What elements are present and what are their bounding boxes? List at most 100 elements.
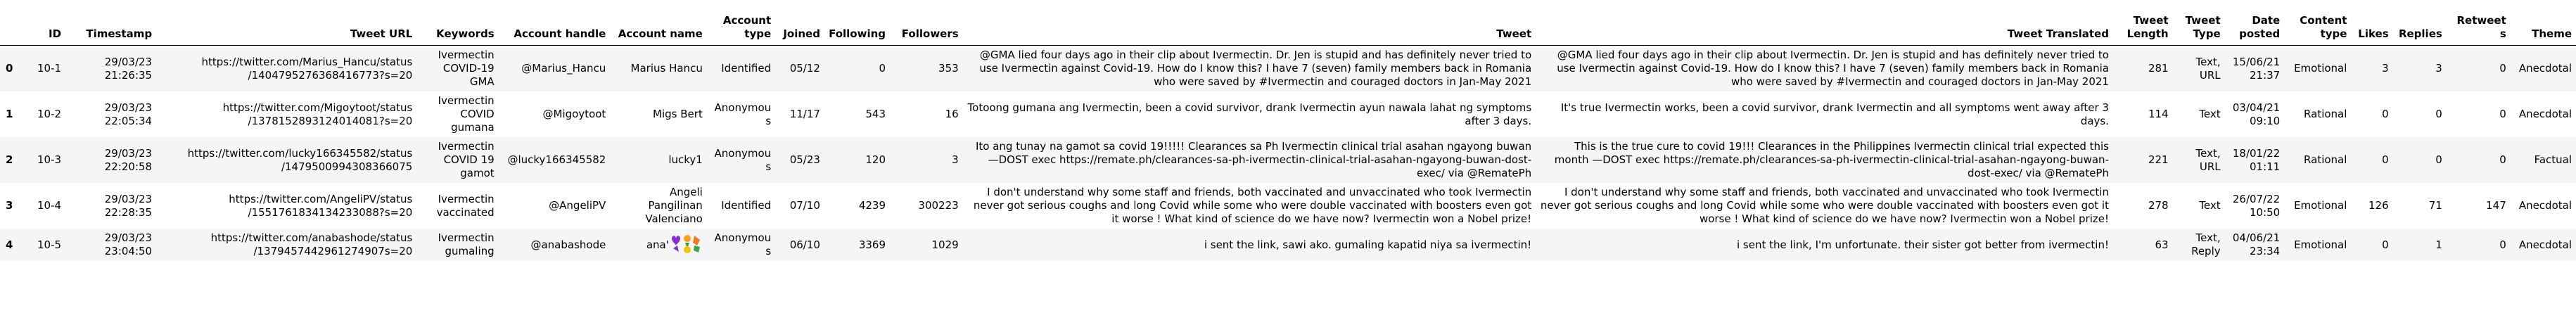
data-table: ID Timestamp Tweet URL Keywords Account hand… [0,11,2576,261]
cell-length: 281 [2148,62,2169,75]
cell-handle: @lucky166345582 [507,153,606,166]
cell-replies: 0 [2435,153,2442,166]
cell-retweets: 0 [2499,62,2506,75]
cell-theme: Anecdotal [2518,62,2572,75]
cell-translated: This is the true cure to covid 19!!! Cle… [1554,140,2109,179]
column-header: Tweet Length [2112,11,2173,46]
column-header: Date posted [2224,11,2285,46]
cell-url: https://twitter.com/Migoytoot/status /13… [222,101,413,127]
column-header: Content type [2284,11,2352,46]
cell-replies: 1 [2435,238,2442,251]
table-body: 0 10-1 29/03/23 21:26:35 https://twitter.co… [0,45,2576,261]
cell-joined: 11/17 [789,108,820,120]
column-header: Replies [2392,11,2447,46]
cell-content: Rational [2304,153,2347,166]
header-row: ID Timestamp Tweet URL Keywords Account hand… [0,11,2576,46]
cell-tweet: I don't understand why some staff and fr… [973,186,1532,225]
column-header: Tweet Type [2172,11,2225,46]
cell-tweet-type: Text, URL [2195,55,2221,82]
column-header: Joined [775,11,824,46]
cell-translated: I don't understand why some staff and fr… [1540,186,2109,225]
cell-following: 120 [865,153,886,166]
cell-type: Anonymous [714,146,772,173]
column-header: Tweet URL [156,11,417,46]
cell-likes: 126 [2368,199,2389,212]
cell-followers: 300223 [918,199,959,212]
cell-content: Rational [2304,108,2347,120]
emoji-icons [669,233,703,257]
column-header: Retweets [2446,11,2511,46]
column-header: Tweet [962,11,1536,46]
cell-tweet: Totoong gumana ang Ivermectin, been a co… [967,101,1532,127]
cell-type: Anonymous [714,101,772,127]
cell-joined: 05/23 [789,153,820,166]
cell-name: ana' [610,229,707,261]
cell-retweets: 0 [2499,108,2506,120]
table-row: 4 10-5 29/03/23 23:04:50 https://twitter.co… [0,229,2576,261]
cell-type: Anonymous [714,231,772,257]
cell-timestamp: 29/03/23 23:04:50 [104,231,153,257]
cell-keywords: Ivermectin vaccinated [436,192,495,219]
cell-replies: 71 [2428,199,2442,212]
cell-likes: 3 [2382,62,2389,75]
column-header: Account type [706,11,776,46]
cell-translated: It's true Ivermectin works, been a covid… [1560,101,2109,127]
cell-replies: 3 [2435,62,2442,75]
cell-theme: Factual [2534,153,2572,166]
cell-name: lucky1 [668,153,703,166]
table-row: 1 10-2 29/03/23 22:05:34 https://twitter.co… [0,91,2576,137]
cell-id: 10-1 [37,62,62,75]
cell-joined: 06/10 [789,238,820,251]
cell-length: 278 [2148,199,2169,212]
cell-length: 114 [2148,108,2169,120]
cell-length: 221 [2148,153,2169,166]
table-row: 3 10-4 29/03/23 22:28:35 https://twitter.co… [0,183,2576,229]
cell-tweet-type: Text, Reply [2191,231,2221,257]
dataframe-container: ID Timestamp Tweet URL Keywords Account hand… [0,0,2576,261]
cell-url: https://twitter.com/anabashode/status /1… [210,231,413,257]
cell-keywords: Ivermectin COVID gumana [438,94,495,134]
cell-name: Marius Hancu [630,62,703,75]
cell-translated: i sent the link, I'm unfortunate. their … [1737,238,2109,251]
cell-handle: @AngeliPV [549,199,606,212]
cell-following: 543 [865,108,886,120]
index-header [0,11,30,46]
cell-translated: @GMA lied four days ago in their clip ab… [1557,49,2109,88]
cell-replies: 0 [2435,108,2442,120]
column-header: Account name [610,11,707,46]
cell-id: 10-3 [37,153,62,166]
cell-id: 10-4 [37,199,62,212]
column-header: ID [30,11,66,46]
cell-date: 18/01/22 01:11 [2232,146,2281,173]
row-index: 4 [6,238,13,251]
cell-followers: 353 [938,62,959,75]
row-index: 1 [6,108,13,120]
cell-name: Migs Bert [653,108,703,120]
cell-timestamp: 29/03/23 22:20:58 [104,146,153,173]
cell-following: 4239 [858,199,886,212]
table-row: 0 10-1 29/03/23 21:26:35 https://twitter.co… [0,45,2576,91]
column-header: Keywords [416,11,499,46]
cell-date: 03/04/21 09:10 [2232,101,2281,127]
column-header: Account handle [498,11,611,46]
cell-tweet-type: Text, URL [2195,146,2221,173]
cell-id: 10-2 [37,108,62,120]
cell-date: 26/07/22 10:50 [2232,192,2281,219]
column-header: Tweet Translated [1536,11,2113,46]
account-name-text: ana' [646,238,669,251]
cell-following: 0 [879,62,886,75]
cell-content: Emotional [2294,62,2347,75]
cell-theme: Anecdotal [2518,199,2572,212]
cell-retweets: 0 [2499,238,2506,251]
cell-retweets: 0 [2499,153,2506,166]
cell-joined: 05/12 [789,62,820,75]
cell-keywords: Ivermectin COVID 19 gamot [438,140,495,179]
column-header: Followers [890,11,963,46]
cell-url: https://twitter.com/Marius_Hancu/status … [201,55,413,82]
cell-content: Emotional [2294,199,2347,212]
cell-tweet: Ito ang tunay na gamot sa covid 19!!!!! … [975,140,1532,179]
cell-following: 3369 [858,238,886,251]
cell-date: 15/06/21 21:37 [2232,55,2281,82]
cell-type: Identified [721,199,772,212]
cell-id: 10-5 [37,238,62,251]
